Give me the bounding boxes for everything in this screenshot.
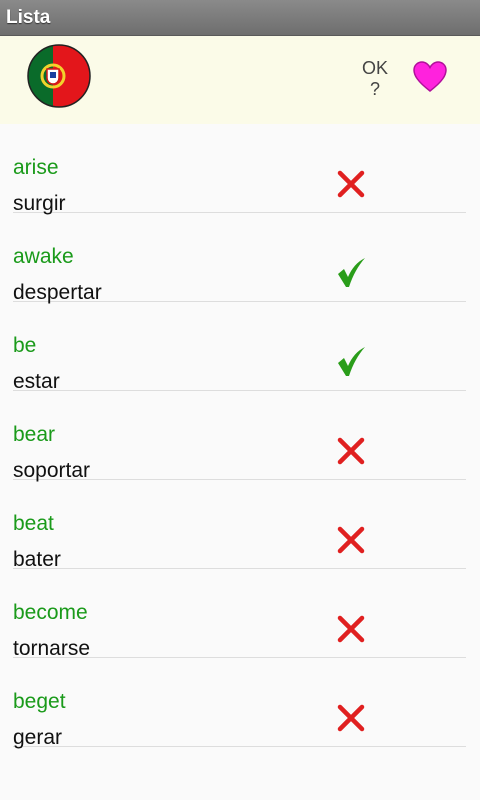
english-word: arise [13, 156, 59, 179]
title-bar: Lista [0, 0, 480, 36]
list-item[interactable]: beat bater [13, 480, 466, 571]
translation: gerar [13, 726, 63, 749]
app-title: Lista [6, 7, 51, 28]
list-item[interactable]: awake despertar [13, 213, 466, 304]
list-item[interactable]: become tornarse [13, 569, 466, 660]
checkmark-icon [338, 258, 365, 287]
cross-icon [337, 704, 365, 732]
word-list: arise surgir awake despertar be estar be… [13, 124, 466, 749]
english-word: become [13, 601, 88, 624]
list-item[interactable]: beget gerar [13, 658, 466, 749]
checkmark-icon [338, 347, 365, 376]
english-word: awake [13, 245, 74, 268]
english-word: bear [13, 423, 56, 446]
english-word: beat [13, 512, 54, 535]
ok-toggle-button[interactable]: OK ? [352, 58, 398, 102]
list-item[interactable]: bear soportar [13, 391, 466, 482]
list-item[interactable]: arise surgir [13, 124, 466, 215]
cross-icon [337, 437, 365, 465]
cross-icon [337, 170, 365, 198]
ok-sub-label: ? [369, 79, 380, 99]
heart-icon[interactable] [413, 60, 447, 94]
list-item[interactable]: be estar [13, 302, 466, 393]
english-word: be [13, 334, 37, 357]
ok-label: OK [361, 58, 388, 78]
cross-icon [337, 615, 365, 643]
header-bar: OK ? [0, 36, 480, 124]
cross-icon [337, 526, 365, 554]
english-word: beget [13, 690, 66, 713]
portugal-flag-icon[interactable] [27, 44, 91, 108]
